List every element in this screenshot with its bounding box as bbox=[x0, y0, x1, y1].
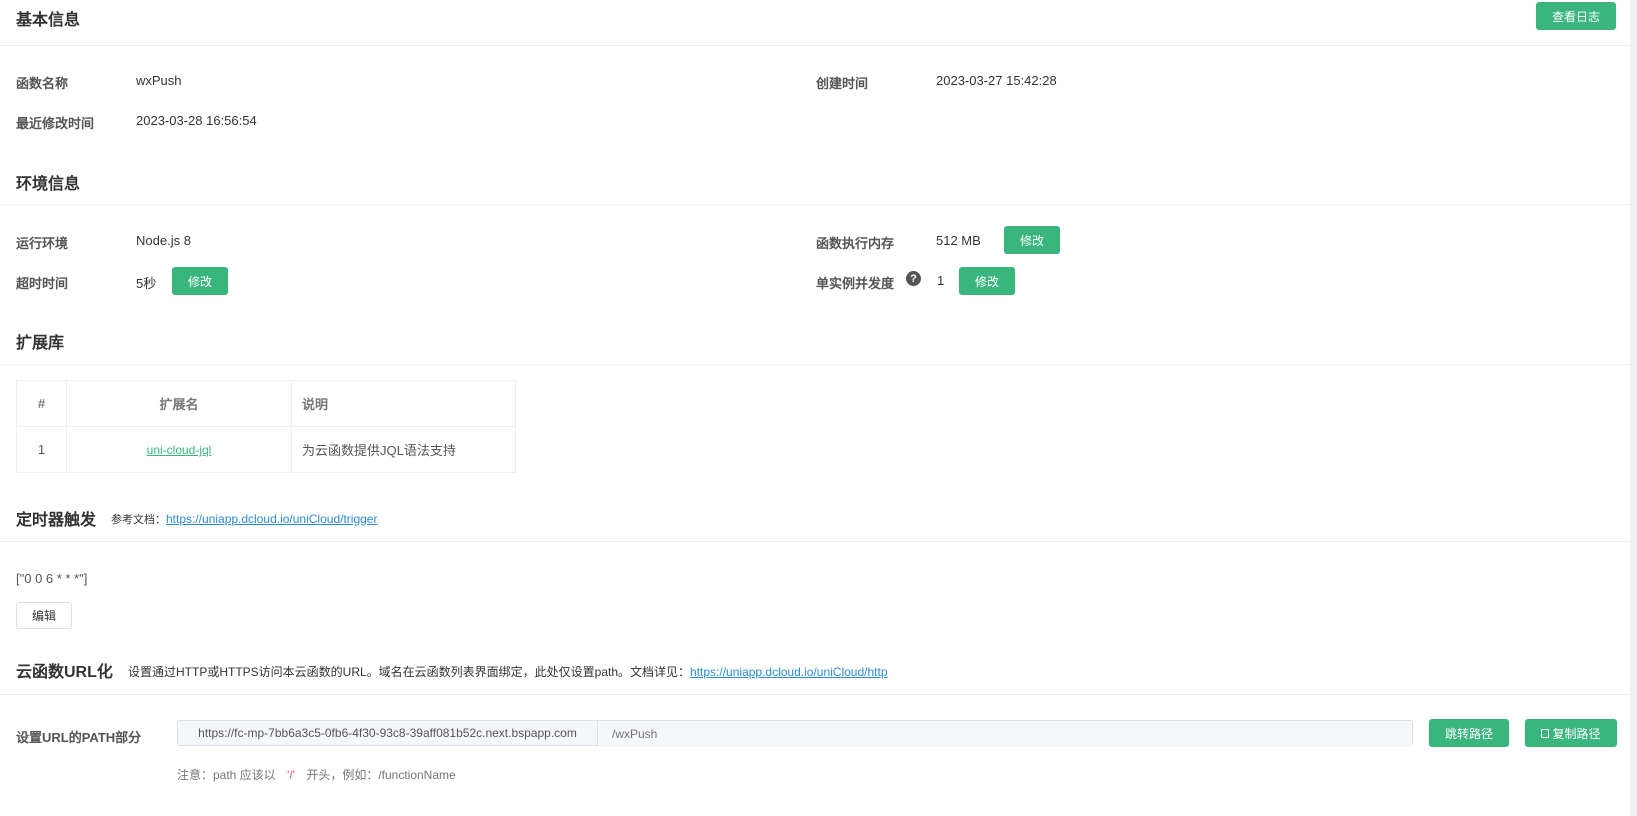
cron-value: ["0 0 6 * * *"] bbox=[16, 571, 88, 586]
timer-title: 定时器触发 bbox=[16, 512, 97, 529]
timer-doc-link[interactable]: https://uniapp.dcloud.io/uniCloud/trigge… bbox=[166, 512, 377, 526]
url-path-field: https://fc-mp-7bb6a3c5-0fb6-4f30-93c8-39… bbox=[177, 720, 1413, 747]
copy-path-label: 复制路径 bbox=[1552, 726, 1601, 741]
env-info-title: 环境信息 bbox=[16, 176, 81, 193]
ext-table: # 扩展名 说明 1 uni-cloud-jql 为云函数提供JQL语法支持 bbox=[16, 380, 516, 473]
path-note: 注意：path 应该以 '/' 开头，例如：/functionName bbox=[177, 766, 456, 783]
edit-memory-button[interactable]: 修改 bbox=[1004, 226, 1060, 254]
divider bbox=[0, 541, 1630, 542]
copy-path-button[interactable]: 复制路径 bbox=[1525, 719, 1617, 747]
url-doc-link[interactable]: https://uniapp.dcloud.io/uniCloud/http bbox=[690, 665, 887, 679]
edit-timeout-button[interactable]: 修改 bbox=[172, 267, 228, 295]
basic-info-title: 基本信息 bbox=[16, 12, 81, 29]
col-desc: 说明 bbox=[291, 380, 516, 427]
modified-label: 最近修改时间 bbox=[16, 116, 95, 131]
edit-concurrency-button[interactable]: 修改 bbox=[959, 267, 1015, 295]
divider bbox=[0, 204, 1630, 205]
view-log-button[interactable]: 查看日志 bbox=[1536, 2, 1616, 30]
timer-ref-label: 参考文档： bbox=[111, 514, 166, 526]
copy-icon bbox=[1541, 728, 1550, 738]
fn-name-value: wxPush bbox=[136, 73, 182, 88]
timer-ref: 参考文档：https://uniapp.dcloud.io/uniCloud/t… bbox=[111, 511, 377, 527]
memory-label: 函数执行内存 bbox=[816, 236, 895, 251]
note-prefix: 注意：path 应该以 bbox=[177, 768, 276, 782]
runtime-value: Node.js 8 bbox=[136, 233, 191, 248]
col-index: # bbox=[16, 380, 67, 427]
fn-name-label: 函数名称 bbox=[16, 76, 69, 91]
row-index: 1 bbox=[16, 426, 67, 473]
help-icon[interactable]: ? bbox=[906, 271, 921, 286]
timeout-value: 5秒 bbox=[136, 276, 157, 291]
runtime-label: 运行环境 bbox=[16, 236, 69, 251]
jump-path-button[interactable]: 跳转路径 bbox=[1429, 719, 1509, 747]
timeout-label: 超时时间 bbox=[16, 276, 69, 291]
note-slash: '/' bbox=[287, 768, 295, 782]
edit-cron-button[interactable]: 编辑 bbox=[16, 602, 72, 629]
url-title: 云函数URL化 bbox=[16, 664, 113, 681]
url-desc: 设置通过HTTP或HTTPS访问本云函数的URL。域名在云函数列表界面绑定，此处… bbox=[128, 663, 888, 680]
path-label: 设置URL的PATH部分 bbox=[16, 730, 142, 745]
ext-link[interactable]: uni-cloud-jql bbox=[147, 443, 212, 457]
row-name-cell: uni-cloud-jql bbox=[66, 426, 292, 473]
scrollbar[interactable] bbox=[1630, 0, 1637, 816]
note-suffix: 开头，例如：/functionName bbox=[306, 768, 456, 782]
col-name: 扩展名 bbox=[66, 380, 292, 427]
path-input[interactable] bbox=[598, 721, 1412, 747]
table-row: 1 uni-cloud-jql 为云函数提供JQL语法支持 bbox=[16, 426, 516, 473]
ext-title: 扩展库 bbox=[16, 335, 65, 352]
function-detail-page: 基本信息 查看日志 函数名称 wxPush 创建时间 2023-03-27 15… bbox=[0, 0, 1637, 816]
divider bbox=[0, 45, 1630, 46]
table-header-row: # 扩展名 说明 bbox=[16, 380, 516, 427]
divider bbox=[0, 694, 1630, 695]
url-desc-text: 设置通过HTTP或HTTPS访问本云函数的URL。域名在云函数列表界面绑定，此处… bbox=[128, 665, 691, 679]
url-prefix: https://fc-mp-7bb6a3c5-0fb6-4f30-93c8-39… bbox=[178, 721, 598, 745]
memory-value: 512 MB bbox=[936, 233, 981, 248]
concurrency-label: 单实例并发度 bbox=[816, 276, 895, 291]
concurrency-value: 1 bbox=[937, 273, 945, 288]
created-label: 创建时间 bbox=[816, 76, 869, 91]
modified-value: 2023-03-28 16:56:54 bbox=[136, 113, 257, 128]
row-desc: 为云函数提供JQL语法支持 bbox=[291, 426, 516, 473]
divider bbox=[0, 364, 1630, 365]
created-value: 2023-03-27 15:42:28 bbox=[936, 73, 1057, 88]
